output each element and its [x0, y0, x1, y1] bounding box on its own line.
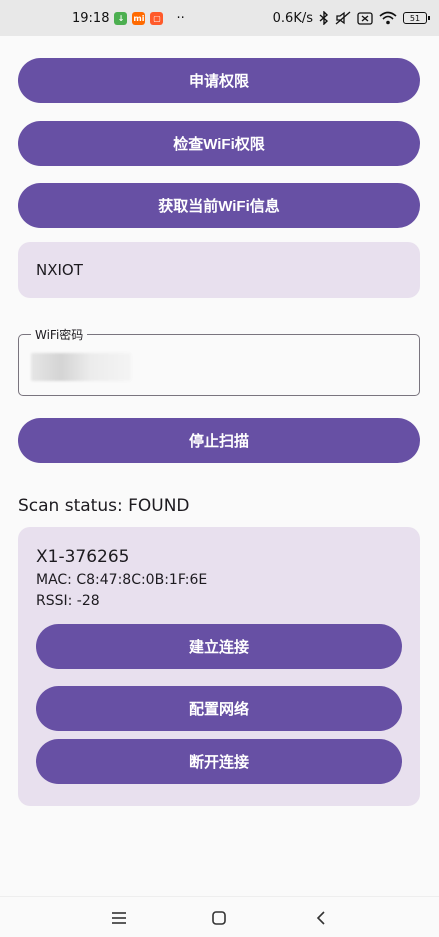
- battery-icon: 51: [403, 12, 430, 24]
- status-left: 19:18 ↓ mi ▢ ··: [72, 11, 185, 26]
- request-permission-button[interactable]: 申请权限: [18, 58, 420, 103]
- battery-level: 51: [409, 13, 421, 23]
- bluetooth-icon: [319, 11, 329, 25]
- stop-scan-button[interactable]: 停止扫描: [18, 418, 420, 463]
- mi-icon: mi: [132, 11, 146, 25]
- net-speed: 0.6K/s: [272, 10, 313, 26]
- configure-network-button[interactable]: 配置网络: [36, 686, 402, 731]
- status-time: 19:18: [72, 10, 110, 26]
- download-icon: ↓: [114, 11, 128, 25]
- wifi-icon: [379, 11, 397, 25]
- ssid-display: NXIOT: [18, 242, 420, 298]
- status-right: 0.6K/s 51: [272, 10, 430, 26]
- get-wifi-info-button[interactable]: 获取当前WiFi信息: [18, 183, 420, 228]
- no-sim-icon: [357, 11, 373, 25]
- status-bar: 19:18 ↓ mi ▢ ·· 0.6K/s 51: [0, 0, 439, 36]
- ssid-text: NXIOT: [36, 261, 83, 279]
- device-card: X1-376265 MAC: C8:47:8C:0B:1F:6E RSSI: -…: [18, 527, 420, 806]
- back-icon[interactable]: [309, 907, 333, 929]
- navigation-bar: [0, 896, 439, 937]
- shop-icon: ▢: [150, 11, 164, 25]
- home-icon[interactable]: [207, 907, 231, 929]
- password-redaction: [31, 353, 131, 381]
- mute-icon: [335, 11, 351, 25]
- check-wifi-permission-button[interactable]: 检查WiFi权限: [18, 121, 420, 166]
- device-name: X1-376265: [36, 547, 130, 567]
- device-rssi: RSSI: -28: [36, 593, 100, 609]
- wifi-password-label: WiFi密码: [31, 326, 88, 343]
- menu-icon[interactable]: [107, 907, 131, 929]
- wifi-password-field[interactable]: WiFi密码: [18, 326, 420, 396]
- disconnect-button[interactable]: 断开连接: [36, 739, 402, 784]
- more-notifications: ··: [176, 10, 185, 26]
- device-mac: MAC: C8:47:8C:0B:1F:6E: [36, 572, 208, 588]
- scan-status: Scan status: FOUND: [18, 496, 190, 516]
- connect-button[interactable]: 建立连接: [36, 624, 402, 669]
